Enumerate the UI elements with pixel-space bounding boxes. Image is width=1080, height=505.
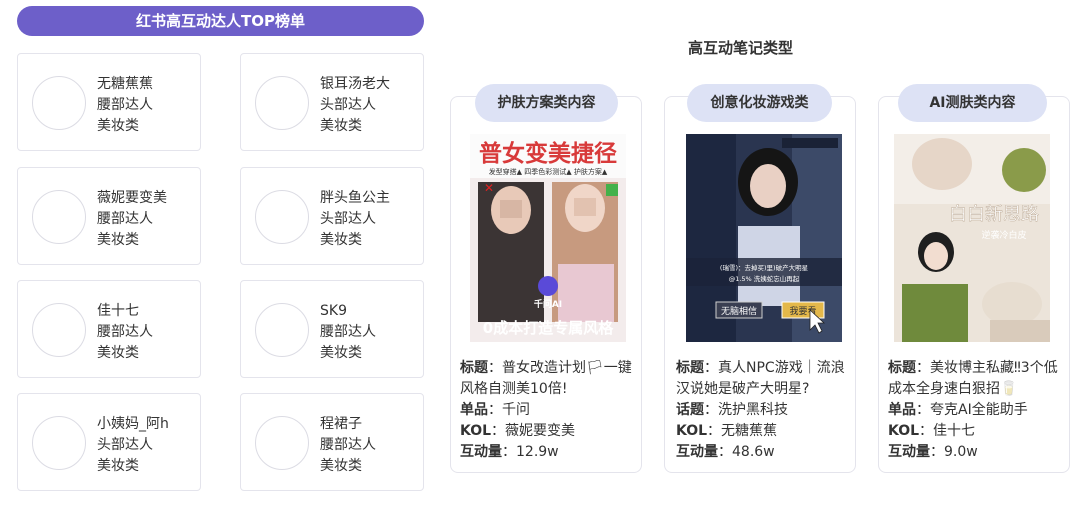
avatar: [32, 416, 86, 470]
note-kol: 无糖蕉蕉: [721, 423, 778, 439]
title-label: 标题: [676, 360, 704, 376]
title-label: 标题: [888, 360, 916, 376]
note-details: 标题：普女改造计划🏳一键风格自测美10倍! 单品：千问 KOL：薇妮要变美 互动…: [460, 360, 632, 460]
note-kol: 薇妮要变美: [505, 423, 576, 439]
product-label: 单品: [888, 402, 916, 418]
kol-category: 美妆类: [320, 345, 362, 361]
kol-category: 美妆类: [97, 118, 139, 134]
kol-tier: 腰部达人: [320, 437, 376, 453]
note-topic: 洗护黑科技: [718, 402, 788, 418]
avatar: [32, 76, 86, 130]
kol-name: 胖头鱼公主: [320, 190, 390, 206]
kol-name: 程裙子: [320, 416, 362, 432]
engagement-label: 互动量: [888, 444, 930, 460]
kol-tier: 腰部达人: [97, 324, 153, 340]
engagement-label: 互动量: [460, 444, 502, 460]
kol-category: 美妆类: [320, 232, 362, 248]
kol-card[interactable]: 无糖蕉蕉 腰部达人 美妆类: [17, 53, 201, 151]
kol-card[interactable]: 佳十七 腰部达人 美妆类: [17, 280, 201, 378]
thumb-button-1: 无脑相信: [721, 305, 757, 317]
kol-card[interactable]: 程裙子 腰部达人 美妆类: [240, 393, 424, 491]
note-tag: AI测肤类内容: [898, 84, 1047, 122]
thumb-subline: 逆袭冷白皮: [981, 229, 1026, 241]
thumb-headline: 普女变美捷径: [479, 140, 617, 167]
thumb-footer: 0成本打造专属风格: [483, 319, 614, 337]
kol-tier: 腰部达人: [97, 211, 153, 227]
kol-tier: 头部达人: [320, 97, 376, 113]
thumb-caption: (瑞雪)：去掉买)里)破产大明星: [720, 263, 809, 272]
kol-name: 银耳汤老大: [320, 76, 390, 92]
thumb-sub: @1.5% 洗姨蛇忘山再起: [729, 274, 800, 283]
avatar: [255, 416, 309, 470]
kol-tier: 头部达人: [97, 437, 153, 453]
topic-label: 话题: [676, 402, 704, 418]
note-product: 千问: [502, 402, 530, 418]
kol-category: 美妆类: [320, 118, 362, 134]
engagement-label: 互动量: [676, 444, 718, 460]
top-kol-banner: 红书高互动达人TOP榜单: [17, 6, 424, 36]
kol-category: 美妆类: [97, 458, 139, 474]
kol-category: 美妆类: [97, 232, 139, 248]
note-kol: 佳十七: [933, 423, 976, 439]
kol-label: KOL: [888, 423, 920, 439]
kol-tier: 腰部达人: [320, 324, 376, 340]
note-engagement: 12.9w: [516, 444, 559, 460]
kol-name: SK9: [320, 303, 347, 319]
kol-tier: 腰部达人: [97, 97, 153, 113]
avatar: [255, 303, 309, 357]
kol-card[interactable]: 薇妮要变美 腰部达人 美妆类: [17, 167, 201, 265]
note-thumbnail[interactable]: 白白新思路 逆袭冷白皮: [894, 134, 1050, 342]
kol-label: KOL: [676, 423, 708, 439]
avatar: [255, 76, 309, 130]
kol-category: 美妆类: [320, 458, 362, 474]
thumb-logo: 千问AI: [534, 298, 562, 310]
kol-tier: 头部达人: [320, 211, 376, 227]
note-thumbnail[interactable]: 普女变美捷径 发型穿搭▲ 四季色彩测试▲ 护肤方案▲ ✕ 千问AI 0成本打造专…: [470, 134, 626, 342]
note-thumbnail[interactable]: (瑞雪)：去掉买)里)破产大明星 @1.5% 洗姨蛇忘山再起 无脑相信 我要看: [686, 134, 842, 342]
kol-card[interactable]: SK9 腰部达人 美妆类: [240, 280, 424, 378]
kol-name: 佳十七: [97, 303, 139, 319]
note-engagement: 48.6w: [732, 444, 775, 460]
svg-text:✕: ✕: [484, 181, 494, 195]
section-title: 高互动笔记类型: [688, 39, 794, 57]
kol-card[interactable]: 胖头鱼公主 头部达人 美妆类: [240, 167, 424, 265]
title-label: 标题: [460, 360, 488, 376]
kol-label: KOL: [460, 423, 492, 439]
kol-category: 美妆类: [97, 345, 139, 361]
avatar: [255, 190, 309, 244]
kol-card[interactable]: 小姨妈_阿h 头部达人 美妆类: [17, 393, 201, 491]
kol-name: 无糖蕉蕉: [97, 76, 153, 92]
note-engagement: 9.0w: [944, 444, 978, 460]
avatar: [32, 190, 86, 244]
note-details: 标题：真人NPC游戏｜流浪汉说她是破产大明星? 话题：洗护黑科技 KOL：无糖蕉…: [676, 360, 845, 460]
thumb-subline: 发型穿搭▲ 四季色彩测试▲ 护肤方案▲: [489, 167, 608, 176]
note-tag: 护肤方案类内容: [475, 84, 618, 122]
avatar: [32, 303, 86, 357]
kol-name: 薇妮要变美: [97, 190, 167, 206]
note-product: 夸克AI全能助手: [930, 402, 1028, 418]
note-tag: 创意化妆游戏类: [687, 84, 832, 122]
note-details: 标题：美妆博主私藏‼3个低成本全身速白狠招🥛 单品：夸克AI全能助手 KOL：佳…: [888, 360, 1058, 460]
kol-card[interactable]: 银耳汤老大 头部达人 美妆类: [240, 53, 424, 151]
product-label: 单品: [460, 402, 488, 418]
kol-name: 小姨妈_阿h: [97, 416, 169, 432]
thumb-headline: 白白新思路: [949, 204, 1039, 225]
